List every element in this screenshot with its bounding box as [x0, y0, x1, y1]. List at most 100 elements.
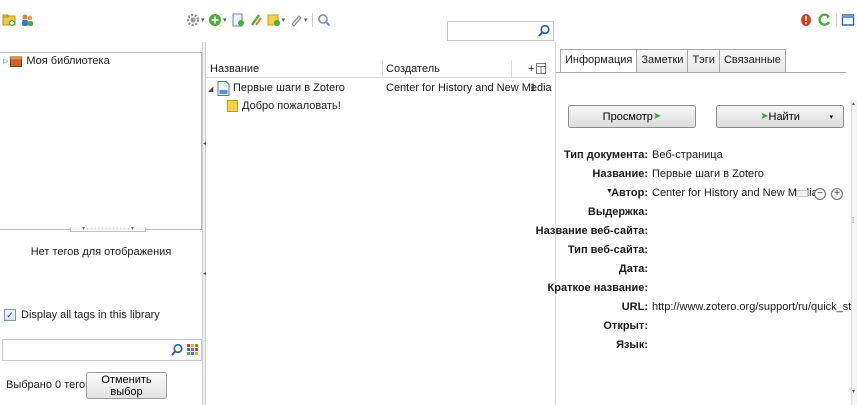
field-label: Выдержка: [587, 206, 648, 218]
checkbox-checked-icon[interactable]: ✓ [4, 309, 16, 321]
field-row-title: Название: Первые шаги в Zotero [556, 168, 856, 186]
field-label: Название веб-сайта: [535, 225, 648, 237]
field-label: Тип веб-сайта: [567, 244, 648, 256]
field-row-date: Дата: [556, 263, 856, 281]
item-title: Первые шаги в Zotero [233, 82, 345, 94]
field-label: Краткое название: [547, 282, 648, 294]
tab-notes[interactable]: Заметки [636, 49, 689, 72]
add-by-identifier-icon[interactable] [231, 13, 245, 27]
chevron-down-icon[interactable]: ▾ [829, 113, 833, 121]
sync-icon[interactable] [818, 13, 832, 27]
gear-icon[interactable] [186, 13, 200, 27]
column-creator[interactable]: Создатель [386, 63, 440, 75]
item-pane: Информация Заметки Тэги Связанные Просмо… [536, 42, 857, 405]
field-row-short-title: Краткое название: [548, 282, 856, 300]
splitter-grip[interactable]: ⁞ [852, 216, 854, 225]
sync-error-icon[interactable] [799, 13, 813, 27]
field-label: Тип документа: [563, 149, 648, 161]
toolbar-separator [836, 13, 837, 27]
info-scrollbar[interactable]: ▴ ⁞ ▾ [851, 100, 857, 405]
field-label[interactable]: Автор: [611, 187, 648, 199]
toolbar: ▾ ▾ ▾ ▾ [0, 0, 857, 42]
library-icon [10, 56, 23, 67]
field-label: Дата: [618, 263, 648, 275]
display-all-tags-checkbox[interactable]: ✓ Display all tags in this library [4, 309, 160, 321]
field-label: Открыт: [603, 320, 648, 332]
items-pane: Название Создатель + ◢ Первые шаги в Zot… [206, 42, 552, 405]
chevron-down-icon[interactable]: ▾ [223, 16, 227, 24]
switch-name-mode-icon[interactable] [796, 190, 808, 197]
collections-pane: ▷ Моя библиотека [0, 52, 202, 230]
field-value[interactable]: Первые шаги в Zotero [652, 168, 764, 180]
field-row-abstract: Выдержка: [556, 206, 856, 224]
field-label: Название: [592, 168, 648, 180]
display-all-tags-label: Display all tags in this library [21, 309, 160, 321]
table-row[interactable]: ◢ Первые шаги в Zotero Center for Histor… [206, 80, 552, 98]
field-row-website-type: Тип веб-сайта: [556, 244, 856, 262]
collapse-arrow-icon[interactable]: ◢ [208, 85, 213, 93]
field-label[interactable]: URL: [622, 301, 648, 313]
scroll-down-icon[interactable]: ▾ [852, 388, 855, 395]
new-collection-icon[interactable] [2, 13, 16, 27]
tag-filter-input[interactable] [2, 339, 202, 361]
column-attachments[interactable]: + [528, 63, 534, 75]
window-icon[interactable] [841, 13, 855, 27]
find-button-label: Найти [768, 110, 800, 123]
new-item-icon[interactable] [208, 13, 222, 27]
tag-colors-icon[interactable] [187, 344, 198, 355]
item-attachment-count: 1 [530, 82, 537, 94]
search-icon[interactable] [537, 24, 551, 38]
arrow-right-icon: ➤ [760, 111, 769, 122]
add-creator-icon[interactable]: + [831, 188, 843, 200]
arrow-right-icon: ➤ [652, 111, 662, 122]
tab-related[interactable]: Связанные [718, 49, 786, 72]
tab-info[interactable]: Информация [560, 49, 638, 73]
toolbar-separator [311, 13, 313, 27]
column-divider[interactable] [382, 60, 383, 78]
search-icon[interactable] [170, 343, 184, 357]
search-input[interactable] [447, 21, 554, 41]
webpage-icon [217, 81, 230, 96]
attachment-icon[interactable] [249, 13, 263, 27]
item-tabs: Информация Заметки Тэги Связанные [560, 49, 786, 73]
remove-creator-icon[interactable]: − [814, 188, 826, 200]
tab-tags[interactable]: Тэги [687, 49, 720, 72]
field-row-url: URL: http://www.zotero.org/support/ru/qu… [556, 301, 857, 319]
field-value[interactable]: Center for History and New Media [652, 187, 818, 199]
deselect-all-button[interactable]: Отменить выбор [86, 372, 167, 399]
new-group-icon[interactable] [20, 13, 34, 27]
view-button[interactable]: Просмотр ➤ [568, 105, 696, 128]
column-title[interactable]: Название [210, 63, 259, 75]
column-divider[interactable] [511, 60, 512, 78]
field-value[interactable]: Веб-страница [652, 149, 723, 161]
info-body: Просмотр ➤ ➤ Найти ▾ Тип документа: Веб-… [536, 72, 857, 405]
locate-icon[interactable] [317, 13, 331, 27]
view-button-label: Просмотр [602, 110, 653, 123]
item-creator: Center for History and New Media [386, 82, 552, 94]
selected-tags-count: Выбрано 0 тегов [6, 379, 91, 391]
find-button[interactable]: ➤ Найти ▾ [716, 105, 844, 128]
field-label: Язык: [616, 339, 648, 351]
pen-icon[interactable] [289, 13, 303, 27]
column-picker-icon[interactable] [536, 63, 546, 74]
splitter-grip[interactable]: ▾ · · · · · · · · · · · · ▾ [70, 226, 146, 232]
chevron-down-icon[interactable]: ▾ [201, 16, 205, 24]
scroll-up-icon[interactable]: ▴ [852, 100, 855, 107]
item-title: Добро пожаловать! [242, 100, 341, 112]
field-row-language: Язык: [556, 339, 856, 357]
items-header: Название Создатель + [206, 60, 550, 78]
field-row-item-type: Тип документа: Веб-страница [556, 149, 856, 167]
chevron-down-icon[interactable]: ▾ [282, 16, 286, 24]
new-note-icon[interactable] [267, 13, 281, 27]
note-icon [227, 100, 238, 112]
field-value[interactable]: http://www.zotero.org/support/ru/quick_s… [652, 301, 857, 313]
field-row-website-title: Название веб-сайта: [536, 225, 856, 243]
tags-empty-message: Нет тегов для отображения [30, 246, 172, 258]
expand-arrow-icon[interactable]: ▷ [3, 57, 8, 65]
collection-my-library[interactable]: ▷ Моя библиотека [3, 55, 110, 67]
table-row[interactable]: Добро пожаловать! [206, 98, 550, 116]
collections-tags-splitter[interactable]: ▾ · · · · · · · · · · · · ▾ [0, 226, 202, 233]
field-row-accessed: Открыт: [556, 320, 856, 338]
chevron-down-icon[interactable]: ▾ [304, 16, 308, 24]
collection-label: Моя библиотека [26, 55, 110, 67]
